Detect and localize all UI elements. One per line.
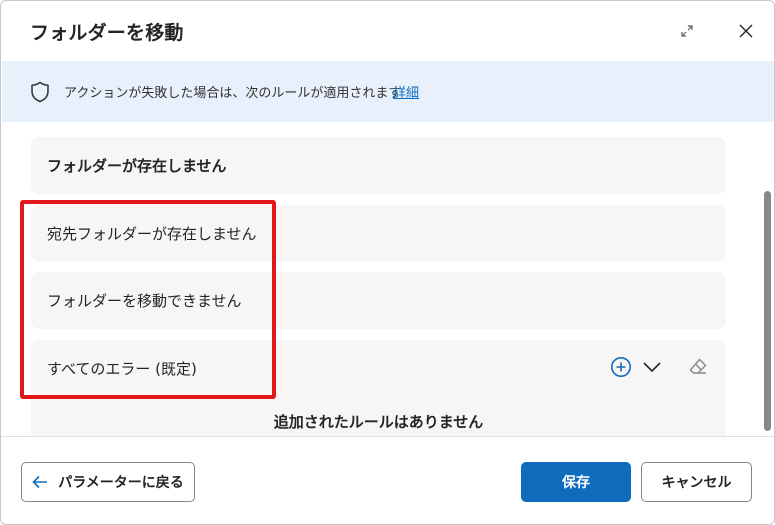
add-circle-icon (611, 357, 631, 377)
cancel-button[interactable]: キャンセル (641, 462, 752, 502)
scrollbar-thumb[interactable] (764, 191, 771, 431)
dialog-footer: パラメーターに戻る 保存 キャンセル (1, 436, 774, 524)
rule-item-label: フォルダーを移動できません (47, 292, 242, 310)
details-link[interactable]: 詳細 (393, 82, 419, 101)
rule-group-header[interactable]: フォルダーが存在しません (31, 137, 726, 194)
save-button[interactable]: 保存 (521, 462, 631, 502)
close-icon (739, 24, 753, 38)
back-button-label: パラメーターに戻る (58, 475, 184, 491)
close-button[interactable] (732, 17, 760, 45)
rule-item-label: すべてのエラー (既定) (47, 360, 197, 378)
dialog-title: フォルダーを移動 (30, 22, 184, 44)
move-folder-dialog: フォルダーを移動 アクションが失敗した場合は、次のルールが適用されます 詳細 フ… (0, 0, 775, 525)
shield-icon (31, 81, 49, 103)
rules-panel: フォルダーが存在しません 宛先フォルダーが存在しません フォルダーを移動できませ… (2, 122, 774, 436)
rule-group-label: フォルダーが存在しません (47, 157, 227, 175)
info-banner: アクションが失敗した場合は、次のルールが適用されます 詳細 (2, 61, 774, 122)
no-rules-message: 追加されたルールはありません (273, 413, 484, 431)
back-to-parameters-button[interactable]: パラメーターに戻る (21, 462, 195, 502)
dialog-header: フォルダーを移動 (1, 1, 774, 61)
arrow-left-icon (32, 475, 48, 489)
rule-item-all-errors[interactable]: すべてのエラー (既定) 追加されたルールはありません (31, 340, 726, 436)
chevron-down-icon (643, 362, 661, 373)
expand-rule-button[interactable] (639, 354, 665, 380)
rule-item-destination-missing[interactable]: 宛先フォルダーが存在しません (31, 205, 726, 262)
rule-item-label: 宛先フォルダーが存在しません (47, 225, 257, 243)
expand-icon (681, 25, 693, 37)
clear-rule-button[interactable] (685, 354, 711, 380)
add-rule-button[interactable] (608, 354, 634, 380)
expand-button[interactable] (673, 17, 701, 45)
banner-text: アクションが失敗した場合は、次のルールが適用されます (64, 86, 402, 101)
rule-item-cannot-move[interactable]: フォルダーを移動できません (31, 272, 726, 329)
eraser-icon (689, 358, 707, 374)
